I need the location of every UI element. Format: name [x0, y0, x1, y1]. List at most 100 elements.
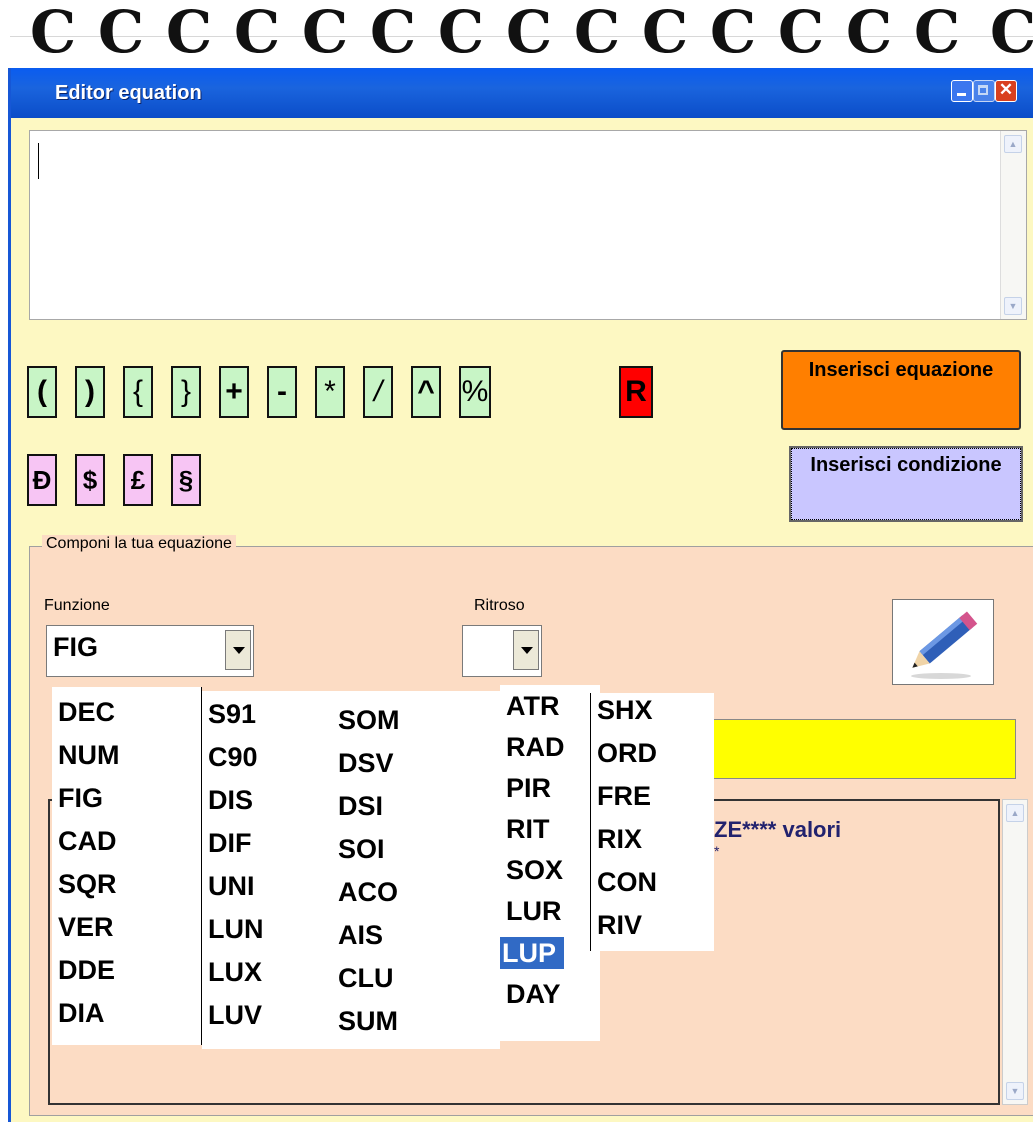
close-button[interactable]: ✕ [995, 80, 1017, 102]
text-caret [38, 143, 39, 179]
function-item[interactable]: DIF [208, 828, 252, 858]
function-item[interactable]: DAY [506, 979, 561, 1009]
operator-percent-button[interactable]: % [459, 366, 491, 418]
spiral-ring-icon: C [30, 0, 77, 66]
editor-window: Editor equation ✕ ▲ ▼ ( ) { } + - * / ^ … [8, 68, 1033, 1122]
window-title: Editor equation [55, 82, 202, 104]
function-list-column-1: DEC NUM FIG CAD SQR VER DDE DIA [52, 687, 202, 1045]
function-list-column-3: SOM DSV DSI SOI ACO AIS CLU SUM [332, 691, 500, 1049]
function-item[interactable]: RIV [597, 910, 642, 940]
function-item-selected[interactable]: LUP [500, 937, 564, 969]
spiral-ring-icon: C [370, 0, 417, 66]
insert-equation-button[interactable]: Inserisci equazione [781, 350, 1021, 430]
function-item[interactable]: LUV [208, 1000, 262, 1030]
spiral-ring-icon: C [778, 0, 825, 66]
function-item[interactable]: DSV [338, 748, 394, 778]
scroll-down-icon[interactable]: ▼ [1004, 297, 1022, 315]
function-item[interactable]: CLU [338, 963, 394, 993]
operator-open-paren-button[interactable]: ( [27, 366, 57, 418]
function-item[interactable]: CON [597, 867, 657, 897]
insert-condition-button[interactable]: Inserisci condizione [789, 446, 1023, 522]
ritroso-select[interactable] [462, 625, 542, 677]
spiral-ring-icon: C [302, 0, 349, 66]
minimize-button[interactable] [951, 80, 973, 102]
spiral-binding: C C C C C C C C C C C C C C C [0, 0, 1033, 68]
function-item[interactable]: SHX [597, 695, 653, 725]
r-button[interactable]: R [619, 366, 653, 418]
spiral-ring-icon: C [234, 0, 281, 66]
operator-plus-button[interactable]: + [219, 366, 249, 418]
function-item[interactable]: ATR [506, 691, 560, 721]
title-bar: Editor equation ✕ [11, 68, 1033, 118]
function-item[interactable]: ACO [338, 877, 398, 907]
spiral-ring-icon: C [914, 0, 961, 66]
spiral-ring-icon: C [166, 0, 213, 66]
operator-multiply-button[interactable]: * [315, 366, 345, 418]
function-item[interactable]: SOX [506, 855, 563, 885]
function-item[interactable]: UNI [208, 871, 255, 901]
scroll-down-icon[interactable]: ▼ [1006, 1082, 1024, 1100]
function-item[interactable]: C90 [208, 742, 258, 772]
compose-equation-group: Componi la tua equazione Funzione FIG Ri… [29, 535, 1033, 1116]
function-item[interactable]: AIS [338, 920, 383, 950]
result-dots: * [714, 843, 720, 859]
scroll-up-icon[interactable]: ▲ [1004, 135, 1022, 153]
edit-button[interactable] [892, 599, 994, 685]
function-item[interactable]: DSI [338, 791, 383, 821]
function-item[interactable]: RIT [506, 814, 550, 844]
function-item[interactable]: ORD [597, 738, 657, 768]
function-select[interactable]: FIG [46, 625, 254, 677]
function-item[interactable]: SOI [338, 834, 385, 864]
ritroso-label: Ritroso [474, 597, 525, 614]
chevron-down-icon[interactable] [513, 630, 539, 670]
operator-power-button[interactable]: ^ [411, 366, 441, 418]
spiral-ring-icon: C [438, 0, 485, 66]
operator-divide-button[interactable]: / [363, 366, 393, 418]
function-item[interactable]: RIX [597, 824, 642, 854]
symbol-eth-button[interactable]: Ð [27, 454, 57, 506]
spiral-ring-icon: C [574, 0, 621, 66]
function-item[interactable]: LUR [506, 896, 562, 926]
function-item[interactable]: DIA [58, 998, 105, 1028]
result-scrollbar[interactable]: ▲ ▼ [1002, 799, 1028, 1105]
group-title: Componi la tua equazione [42, 535, 236, 553]
function-item[interactable]: S91 [208, 699, 256, 729]
operator-minus-button[interactable]: - [267, 366, 297, 418]
symbol-pound-button[interactable]: £ [123, 454, 153, 506]
function-item[interactable]: DDE [58, 955, 115, 985]
function-item[interactable]: SUM [338, 1006, 398, 1036]
function-item[interactable]: NUM [58, 740, 120, 770]
spiral-ring-icon: C [506, 0, 553, 66]
function-item[interactable]: SQR [58, 869, 117, 899]
scroll-up-icon[interactable]: ▲ [1006, 804, 1024, 822]
pencil-icon [911, 611, 978, 679]
spiral-ring-icon: C [642, 0, 689, 66]
spiral-ring-icon: C [990, 0, 1033, 64]
function-item[interactable]: VER [58, 912, 114, 942]
operator-close-brace-button[interactable]: } [171, 366, 201, 418]
result-text: ZE**** valori [714, 817, 842, 842]
function-item[interactable]: LUX [208, 957, 262, 987]
function-list-column-5: SHX ORD FRE RIX CON RIV [590, 693, 714, 951]
operator-close-paren-button[interactable]: ) [75, 366, 105, 418]
symbol-section-button[interactable]: § [171, 454, 201, 506]
chevron-down-icon[interactable] [225, 630, 251, 670]
function-item[interactable]: FIG [58, 783, 103, 813]
maximize-button[interactable] [973, 80, 995, 102]
operator-open-brace-button[interactable]: { [123, 366, 153, 418]
function-list-column-4: ATR RAD PIR RIT SOX LUR LUP DAY [500, 685, 600, 1041]
function-item[interactable]: DIS [208, 785, 253, 815]
symbol-dollar-button[interactable]: $ [75, 454, 105, 506]
function-select-value: FIG [53, 632, 98, 662]
spiral-ring-icon: C [846, 0, 893, 66]
editor-scrollbar[interactable]: ▲ ▼ [1000, 131, 1026, 319]
function-item[interactable]: PIR [506, 773, 551, 803]
function-item[interactable]: SOM [338, 705, 400, 735]
function-item[interactable]: RAD [506, 732, 565, 762]
function-item[interactable]: FRE [597, 781, 651, 811]
function-item[interactable]: LUN [208, 914, 264, 944]
spiral-ring-icon: C [98, 0, 145, 66]
equation-editor-textarea[interactable]: ▲ ▼ [29, 130, 1027, 320]
function-item[interactable]: DEC [58, 697, 115, 727]
function-item[interactable]: CAD [58, 826, 117, 856]
